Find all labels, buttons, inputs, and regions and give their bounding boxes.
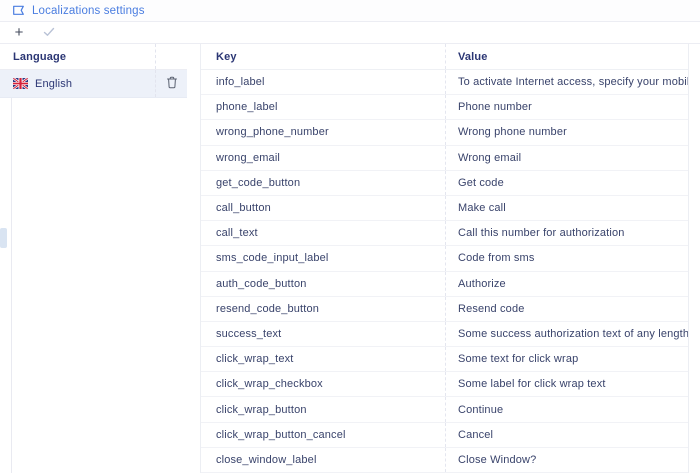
localization-table: Key Value info_label To activate Interne…	[200, 44, 689, 473]
page-header: Localizations settings	[0, 0, 700, 22]
key-column-header: Key	[201, 44, 446, 69]
key-cell: click_wrap_checkbox	[201, 372, 446, 396]
table-row[interactable]: wrong_phone_number Wrong phone number	[201, 120, 688, 145]
table-row[interactable]: get_code_button Get code	[201, 171, 688, 196]
value-cell: Make call	[446, 196, 688, 220]
value-cell: Wrong phone number	[446, 120, 688, 144]
value-cell: Some success authorization text of any l…	[446, 322, 688, 346]
language-column-header: Language	[0, 51, 155, 63]
value-cell: Get code	[446, 171, 688, 195]
value-column-header: Value	[446, 44, 688, 69]
value-cell: Call this number for authorization	[446, 221, 688, 245]
value-cell: To activate Internet access, specify you…	[446, 70, 688, 94]
value-cell: Some text for click wrap	[446, 347, 688, 371]
table-row[interactable]: call_text Call this number for authoriza…	[201, 221, 688, 246]
value-cell: Resend code	[446, 297, 688, 321]
table-row[interactable]: call_button Make call	[201, 196, 688, 221]
value-cell: Code from sms	[446, 246, 688, 270]
language-actions-header	[155, 44, 187, 69]
key-cell: close_window_label	[201, 448, 446, 472]
add-language-button[interactable]: +	[4, 22, 34, 44]
key-cell: click_wrap_button_cancel	[201, 423, 446, 447]
table-row[interactable]: close_window_label Close Window?	[201, 448, 688, 473]
table-row[interactable]: info_label To activate Internet access, …	[201, 70, 688, 95]
confirm-button[interactable]	[34, 22, 64, 44]
key-cell: resend_code_button	[201, 297, 446, 321]
uk-flag-icon	[13, 78, 28, 89]
key-cell: wrong_email	[201, 146, 446, 170]
panel-splitter-handle[interactable]	[0, 228, 7, 248]
key-cell: call_text	[201, 221, 446, 245]
language-row-english[interactable]: English	[0, 70, 187, 98]
value-cell: Authorize	[446, 272, 688, 296]
table-row[interactable]: click_wrap_text Some text for click wrap	[201, 347, 688, 372]
flag-outline-icon	[12, 5, 25, 16]
value-cell: Wrong email	[446, 146, 688, 170]
key-cell: auth_code_button	[201, 272, 446, 296]
key-cell: call_button	[201, 196, 446, 220]
table-row[interactable]: click_wrap_checkbox Some label for click…	[201, 372, 688, 397]
main-content: Language English	[0, 44, 700, 473]
table-row[interactable]: auth_code_button Authorize	[201, 272, 688, 297]
language-row-label: English	[35, 78, 72, 90]
table-header-row: Key Value	[201, 44, 688, 70]
check-icon	[43, 25, 55, 40]
trash-icon	[166, 76, 178, 92]
table-row[interactable]: phone_label Phone number	[201, 95, 688, 120]
key-cell: phone_label	[201, 95, 446, 119]
key-cell: info_label	[201, 70, 446, 94]
language-panel: Language English	[0, 44, 187, 473]
key-cell: wrong_phone_number	[201, 120, 446, 144]
toolbar: +	[0, 22, 700, 44]
value-cell: Some label for click wrap text	[446, 372, 688, 396]
panel-gap	[187, 44, 200, 473]
key-cell: get_code_button	[201, 171, 446, 195]
table-row[interactable]: resend_code_button Resend code	[201, 297, 688, 322]
plus-icon: +	[15, 25, 24, 40]
value-cell: Continue	[446, 397, 688, 421]
key-cell: click_wrap_button	[201, 397, 446, 421]
table-body: info_label To activate Internet access, …	[201, 70, 688, 473]
delete-language-button[interactable]	[166, 76, 178, 92]
value-cell: Phone number	[446, 95, 688, 119]
table-row[interactable]: wrong_email Wrong email	[201, 146, 688, 171]
key-cell: success_text	[201, 322, 446, 346]
table-row[interactable]: sms_code_input_label Code from sms	[201, 246, 688, 271]
page-title: Localizations settings	[32, 5, 145, 17]
key-cell: click_wrap_text	[201, 347, 446, 371]
panel-splitter-track	[11, 98, 12, 473]
table-row[interactable]: click_wrap_button Continue	[201, 397, 688, 422]
key-cell: sms_code_input_label	[201, 246, 446, 270]
value-cell: Cancel	[446, 423, 688, 447]
language-panel-header: Language	[0, 44, 187, 70]
value-cell: Close Window?	[446, 448, 688, 472]
table-row[interactable]: click_wrap_button_cancel Cancel	[201, 423, 688, 448]
table-row[interactable]: success_text Some success authorization …	[201, 322, 688, 347]
